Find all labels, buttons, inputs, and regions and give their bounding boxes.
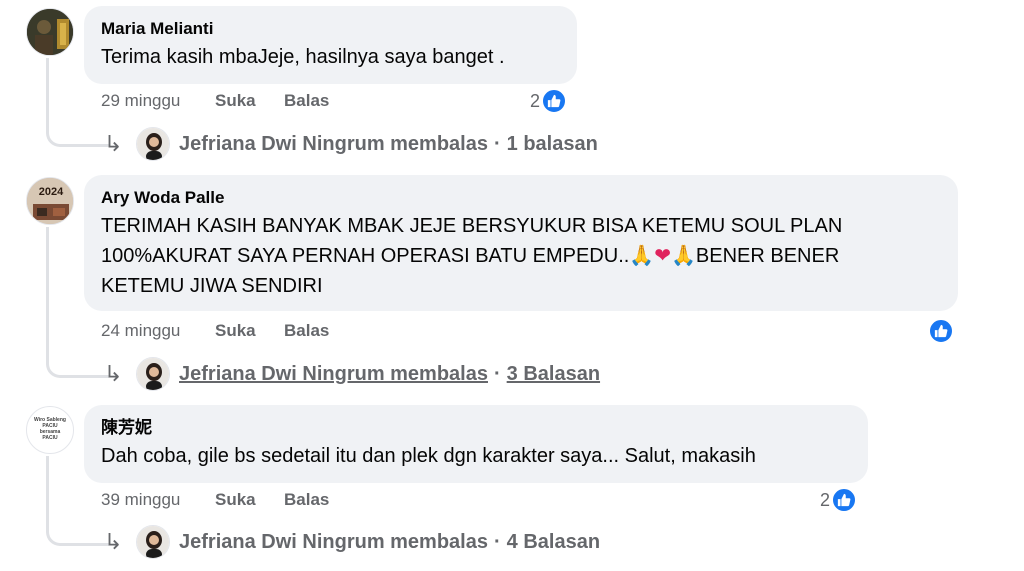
reply-connector-line — [46, 456, 109, 546]
view-replies-link[interactable]: Jefriana Dwi Ningrum membalas · 4 Balasan — [179, 531, 600, 554]
comment-time[interactable]: 39 minggu — [101, 488, 180, 512]
like-reaction-icon — [831, 487, 858, 513]
reaction-count: 2 — [820, 489, 831, 510]
reply-button[interactable]: Balas — [284, 488, 329, 512]
separator-dot: · — [493, 530, 501, 553]
comment-text: Dah coba, gile bs sedetail itu dan plek … — [101, 445, 756, 467]
comment-actions: 39 minggu Suka Balas — [101, 488, 581, 512]
comment-author[interactable]: 陳芳妮 — [101, 417, 850, 439]
reply-arrow-icon: ↳ — [104, 529, 123, 554]
comment-bubble: 陳芳妮 Dah coba, gile bs sedetail itu dan p… — [84, 405, 868, 483]
like-button[interactable]: Suka — [215, 488, 256, 512]
reaction-summary[interactable]: 2 — [820, 487, 858, 513]
avatar[interactable]: Wiro Sableng PACIU bersama PACIU — [26, 406, 74, 454]
reply-count: 4 Balasan — [506, 530, 601, 553]
view-replies[interactable]: ↳ Jefriana Dwi Ningrum membalas · 4 Balasa… — [104, 522, 600, 562]
avatar-caption: Wiro Sableng PACIU bersama PACIU — [34, 417, 66, 441]
comment-thread: Wiro Sableng PACIU bersama PACIU 陳芳妮 Dah… — [0, 0, 1024, 571]
reply-avatar — [136, 525, 170, 559]
reply-author: Jefriana Dwi Ningrum membalas — [179, 530, 488, 553]
